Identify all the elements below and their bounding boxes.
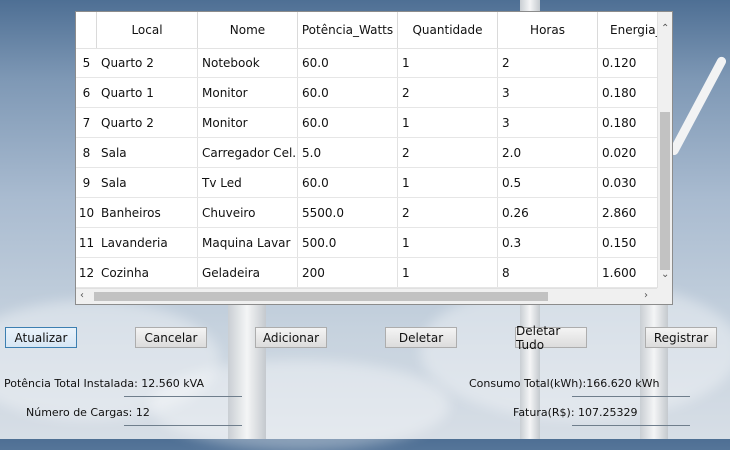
table-cell[interactable]: Quarto 2 bbox=[97, 48, 198, 77]
numero-cargas-underline bbox=[124, 425, 242, 426]
adicionar-button[interactable]: Adicionar bbox=[255, 327, 327, 348]
table-cell[interactable]: 0.180 bbox=[598, 108, 658, 137]
table-body: 5 Quarto 2 Notebook 60.0 1 2 0.120 6 Quarto 1 Mon… bbox=[76, 48, 658, 288]
column-header-nome[interactable]: Nome bbox=[198, 12, 298, 48]
table-cell[interactable]: 60.0 bbox=[298, 78, 398, 107]
table-cell[interactable]: 1 bbox=[398, 258, 498, 287]
scroll-left-icon[interactable]: ‹ bbox=[80, 291, 84, 301]
table-cell[interactable]: Banheiros bbox=[97, 198, 198, 227]
horizontal-scroll-thumb[interactable] bbox=[94, 292, 548, 301]
table-cell[interactable]: 8 bbox=[498, 258, 598, 287]
table-header: Local Nome Potência_Watts Quantidade Hor… bbox=[76, 12, 662, 49]
table-cell[interactable]: 1 bbox=[398, 228, 498, 257]
table-cell[interactable]: 2 bbox=[398, 78, 498, 107]
table-cell[interactable]: 60.0 bbox=[298, 48, 398, 77]
row-number: 6 bbox=[82, 85, 91, 100]
table-cell[interactable]: Lavanderia bbox=[97, 228, 198, 257]
column-header-local[interactable]: Local bbox=[97, 12, 198, 48]
table-row[interactable]: 5 Quarto 2 Notebook 60.0 1 2 0.120 bbox=[76, 48, 658, 78]
fatura-underline bbox=[572, 425, 690, 426]
table-cell[interactable]: 60.0 bbox=[298, 108, 398, 137]
table-cell[interactable]: 1.600 bbox=[598, 258, 658, 287]
column-header-potencia[interactable]: Potência_Watts bbox=[298, 12, 398, 48]
table-cell[interactable]: 1 bbox=[398, 108, 498, 137]
table-cell[interactable]: 0.150 bbox=[598, 228, 658, 257]
table-cell[interactable]: Maquina Lavar bbox=[198, 228, 298, 257]
potencia-underline bbox=[124, 396, 242, 397]
table-cell[interactable]: 2 bbox=[398, 138, 498, 167]
table-cell[interactable]: Notebook bbox=[198, 48, 298, 77]
table-cell[interactable]: 0.020 bbox=[598, 138, 658, 167]
scroll-right-icon[interactable]: › bbox=[644, 291, 648, 301]
row-number: 7 bbox=[82, 115, 91, 130]
table-cell[interactable]: 2 bbox=[398, 198, 498, 227]
table-cell[interactable]: Sala bbox=[97, 168, 198, 197]
table-cell[interactable]: Carregador Cel... bbox=[198, 138, 298, 167]
row-number: 5 bbox=[82, 55, 91, 70]
loads-table[interactable]: Local Nome Potência_Watts Quantidade Hor… bbox=[75, 11, 673, 305]
fatura-label: Fatura(R$): 107.25329 bbox=[513, 406, 638, 419]
table-cell[interactable]: Geladeira bbox=[198, 258, 298, 287]
table-row[interactable]: 10 Banheiros Chuveiro 5500.0 2 0.26 2.860 bbox=[76, 198, 658, 228]
table-cell[interactable]: Monitor bbox=[198, 78, 298, 107]
scroll-down-icon[interactable]: ⌄ bbox=[661, 270, 669, 280]
column-header-quantidade[interactable]: Quantidade bbox=[398, 12, 498, 48]
deletar-button[interactable]: Deletar bbox=[385, 327, 457, 348]
table-row[interactable]: 11 Lavanderia Maquina Lavar 500.0 1 0.3 0.150 bbox=[76, 228, 658, 258]
table-cell[interactable]: 5.0 bbox=[298, 138, 398, 167]
row-number: 8 bbox=[82, 145, 91, 160]
table-cell[interactable]: 0.030 bbox=[598, 168, 658, 197]
horizontal-scrollbar[interactable]: ‹ › bbox=[76, 288, 658, 304]
table-cell[interactable]: 0.120 bbox=[598, 48, 658, 77]
numero-cargas-label: Número de Cargas: 12 bbox=[26, 406, 150, 419]
table-cell[interactable]: 0.3 bbox=[498, 228, 598, 257]
table-cell[interactable]: 0.5 bbox=[498, 168, 598, 197]
cancelar-button[interactable]: Cancelar bbox=[135, 327, 207, 348]
row-number: 9 bbox=[82, 175, 91, 190]
potencia-total-label: Potência Total Instalada: 12.560 kVA bbox=[4, 377, 204, 390]
table-cell[interactable]: Quarto 2 bbox=[97, 108, 198, 137]
table-cell[interactable]: 2 bbox=[498, 48, 598, 77]
deletar-tudo-button[interactable]: Deletar Tudo bbox=[515, 324, 587, 352]
table-row[interactable]: 6 Quarto 1 Monitor 60.0 2 3 0.180 bbox=[76, 78, 658, 108]
table-cell[interactable]: 60.0 bbox=[298, 168, 398, 197]
scrollbar-corner bbox=[657, 288, 672, 304]
table-cell[interactable]: 1 bbox=[398, 168, 498, 197]
row-number-header bbox=[76, 12, 97, 48]
table-cell[interactable]: 0.26 bbox=[498, 198, 598, 227]
table-row[interactable]: 7 Quarto 2 Monitor 60.0 1 3 0.180 bbox=[76, 108, 658, 138]
scroll-up-icon[interactable]: ⌃ bbox=[661, 24, 669, 34]
table-cell[interactable]: Monitor bbox=[198, 108, 298, 137]
table-row[interactable]: 8 Sala Carregador Cel... 5.0 2 2.0 0.020 bbox=[76, 138, 658, 168]
table-cell[interactable]: 0.180 bbox=[598, 78, 658, 107]
registrar-button[interactable]: Registrar bbox=[645, 327, 717, 348]
table-cell[interactable]: 1 bbox=[398, 48, 498, 77]
table-cell[interactable]: 2.0 bbox=[498, 138, 598, 167]
table-cell[interactable]: 3 bbox=[498, 108, 598, 137]
column-header-energia[interactable]: Energia_ bbox=[598, 12, 662, 48]
table-cell[interactable]: 5500.0 bbox=[298, 198, 398, 227]
column-header-horas[interactable]: Horas bbox=[498, 12, 598, 48]
table-cell[interactable]: Cozinha bbox=[97, 258, 198, 287]
row-number: 12 bbox=[78, 265, 95, 280]
consumo-underline bbox=[572, 396, 690, 397]
table-cell[interactable]: 2.860 bbox=[598, 198, 658, 227]
table-cell[interactable]: 200 bbox=[298, 258, 398, 287]
table-row[interactable]: 9 Sala Tv Led 60.0 1 0.5 0.030 bbox=[76, 168, 658, 198]
row-number: 11 bbox=[78, 235, 95, 250]
consumo-total-label: Consumo Total(kWh):166.620 kWh bbox=[469, 377, 660, 390]
table-row[interactable]: 12 Cozinha Geladeira 200 1 8 1.600 bbox=[76, 258, 658, 288]
table-cell[interactable]: 3 bbox=[498, 78, 598, 107]
table-cell[interactable]: 500.0 bbox=[298, 228, 398, 257]
atualizar-button[interactable]: Atualizar bbox=[5, 327, 77, 348]
vertical-scrollbar[interactable]: ⌃ ⌄ bbox=[657, 12, 672, 290]
row-number: 10 bbox=[78, 205, 95, 220]
table-cell[interactable]: Sala bbox=[97, 138, 198, 167]
table-cell[interactable]: Chuveiro bbox=[198, 198, 298, 227]
table-cell[interactable]: Tv Led bbox=[198, 168, 298, 197]
table-cell[interactable]: Quarto 1 bbox=[97, 78, 198, 107]
vertical-scroll-thumb[interactable] bbox=[660, 112, 670, 270]
